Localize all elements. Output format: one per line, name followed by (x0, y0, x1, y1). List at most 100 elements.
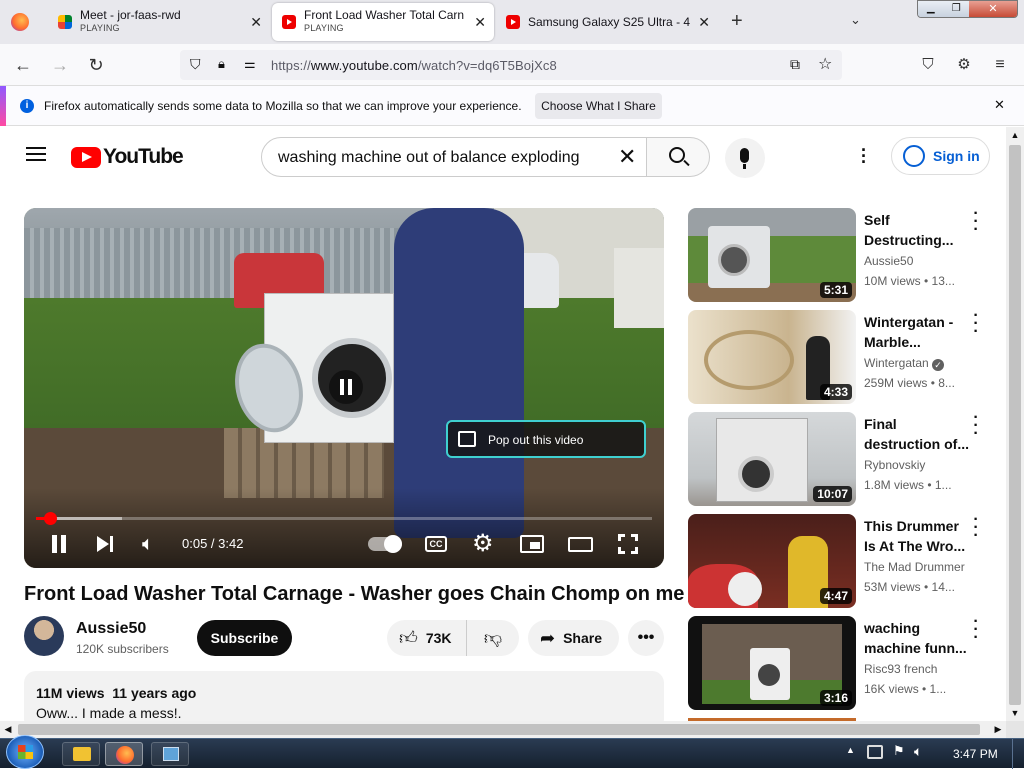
channel-name[interactable]: Aussie50 (76, 620, 146, 638)
reload-icon[interactable]: ↻ (84, 53, 108, 77)
recommendation-channel[interactable]: Wintergatan ✓ (864, 356, 945, 371)
more-vertical-icon[interactable]: · · · (970, 512, 982, 544)
scroll-thumb[interactable] (1009, 145, 1021, 705)
recommendation-channel[interactable]: Risc93 french (864, 662, 937, 676)
recommendation-channel[interactable]: Rybnovskiy (864, 458, 925, 472)
recommendation-title[interactable]: Self Destructing... (864, 210, 970, 250)
video-thumbnail[interactable]: 4:33 (688, 310, 856, 404)
recommendation-item[interactable]: 3:16 waching machine funn... Risc93 fren… (688, 614, 998, 710)
subscribe-button[interactable]: Subscribe (197, 620, 292, 656)
recommendation-item[interactable]: 4:33 Wintergatan - Marble... Wintergatan… (688, 308, 998, 404)
more-vertical-icon[interactable]: · · · (970, 410, 982, 442)
video-thumbnail[interactable]: 3:16 (688, 616, 856, 710)
subtitles-icon[interactable]: CC (425, 536, 447, 552)
recommendation-item[interactable]: 10:07 Final destruction of... Rybnovskiy… (688, 410, 998, 506)
voice-search-button[interactable] (725, 138, 765, 178)
tab-close-icon[interactable]: ✕ (474, 14, 486, 31)
minimize-icon[interactable]: ▁ (918, 1, 944, 17)
start-button[interactable] (6, 735, 44, 769)
back-icon[interactable]: ← (11, 53, 35, 77)
video-thumbnail[interactable]: 5:31 (688, 208, 856, 302)
tab-samsung[interactable]: Samsung Galaxy S25 Ultra - 4 N ✕ (496, 3, 718, 41)
scroll-down-icon[interactable]: ▼ (1006, 705, 1024, 721)
close-window-icon[interactable]: ✕ (968, 1, 1017, 17)
action-center-icon[interactable]: ⚑ (893, 743, 905, 759)
share-icon: ➦ (540, 627, 556, 648)
taskbar-app-icon[interactable] (151, 742, 189, 766)
video-player[interactable]: Pop out this video 🔈︎ 0:05 / 3:42 CC ⚙ (24, 208, 664, 568)
scroll-right-icon[interactable]: ▶ (990, 721, 1006, 738)
youtube-logo[interactable]: YouTube (71, 145, 184, 169)
recommendation-title[interactable]: Wintergatan - Marble... (864, 312, 970, 352)
scroll-thumb[interactable] (18, 724, 980, 735)
progress-bar[interactable] (36, 512, 652, 525)
picture-in-picture-icon[interactable]: ⧉ (790, 56, 800, 73)
search-button[interactable] (646, 137, 710, 177)
notification-close-icon[interactable]: ✕ (994, 97, 1005, 113)
miniplayer-icon[interactable] (520, 535, 544, 553)
bookmark-star-icon[interactable]: ☆ (818, 54, 832, 74)
volume-icon[interactable]: 🔈︎ (142, 533, 154, 556)
video-thumbnail[interactable]: 4:47 (688, 514, 856, 608)
more-actions-button[interactable]: ••• (628, 620, 664, 656)
url-text[interactable]: https://www.youtube.com/watch?v=dq6T5Boj… (271, 58, 557, 73)
more-vertical-icon[interactable]: · · · (970, 614, 982, 646)
recommendation-item[interactable]: 5:31 Self Destructing... Aussie50 10M vi… (688, 206, 998, 302)
theater-mode-icon[interactable] (568, 537, 593, 552)
search-box[interactable]: washing machine out of balance exploding… (261, 137, 647, 177)
recommendation-meta: 259M views • 8... (864, 376, 955, 390)
search-input[interactable]: washing machine out of balance exploding (278, 149, 580, 167)
lock-icon[interactable]: 🔒︎ (218, 56, 225, 72)
next-button[interactable] (97, 535, 117, 553)
pocket-icon[interactable]: ⛉ (916, 53, 940, 77)
clear-search-icon[interactable]: ✕ (618, 144, 636, 170)
new-tab-icon[interactable]: + (731, 10, 743, 33)
tracking-protection-icon[interactable]: ⛉ (190, 56, 201, 73)
more-settings-icon[interactable]: · · · (860, 141, 868, 171)
tab-youtube-active[interactable]: Front Load Washer Total CarnagePLAYING ✕ (272, 3, 494, 41)
forward-icon[interactable]: → (48, 53, 72, 77)
tab-close-icon[interactable]: ✕ (698, 14, 710, 31)
autoplay-toggle[interactable] (368, 535, 402, 553)
show-desktop-button[interactable] (1012, 739, 1024, 769)
url-bar[interactable]: ⛉ 🔒︎ ⚌ https://www.youtube.com/watch?v=d… (180, 50, 842, 80)
like-button[interactable]: 👍︎ 73K (387, 620, 467, 656)
taskbar-firefox-icon[interactable] (105, 742, 143, 766)
taskbar-explorer-icon[interactable] (62, 742, 100, 766)
recommendation-title[interactable]: This Drummer Is At The Wro... (864, 516, 970, 556)
scrubber-handle[interactable] (43, 512, 57, 525)
list-tabs-icon[interactable]: ⌄ (850, 12, 861, 28)
tab-close-icon[interactable]: ✕ (250, 14, 262, 31)
clock[interactable]: 3:47 PM (953, 747, 998, 761)
hamburger-icon[interactable] (26, 147, 46, 161)
network-icon[interactable] (867, 745, 883, 759)
recommendation-title[interactable]: waching machine funn... (864, 618, 970, 658)
scroll-up-icon[interactable]: ▲ (1006, 127, 1024, 143)
choose-what-i-share-button[interactable]: Choose What I Share (535, 93, 662, 119)
horizontal-scrollbar[interactable]: ◀ ▶ (0, 721, 1006, 738)
channel-avatar[interactable] (24, 616, 64, 656)
more-vertical-icon[interactable]: · · · (970, 308, 982, 340)
maximize-icon[interactable]: ❐ (943, 1, 969, 17)
scroll-left-icon[interactable]: ◀ (0, 721, 16, 738)
recommendation-item[interactable]: 4:47 This Drummer Is At The Wro... The M… (688, 512, 998, 608)
more-vertical-icon[interactable]: · · · (970, 206, 982, 238)
recommendation-channel[interactable]: Aussie50 (864, 254, 913, 268)
sign-in-button[interactable]: Sign in (891, 137, 990, 175)
permissions-icon[interactable]: ⚌ (244, 56, 256, 72)
dislike-button[interactable]: 👎︎ (467, 627, 519, 649)
video-thumbnail[interactable]: 10:07 (688, 412, 856, 506)
firefox-icon[interactable] (11, 13, 29, 31)
vertical-scrollbar[interactable]: ▲ ▼ (1006, 127, 1024, 721)
speaker-icon[interactable]: 🔈︎ (914, 743, 922, 760)
tab-meet[interactable]: Meet - jor-faas-rwd PLAYING ✕ (48, 3, 270, 41)
recommendation-title[interactable]: Final destruction of... (864, 414, 970, 454)
recommendation-channel[interactable]: The Mad Drummer (864, 560, 965, 574)
show-hidden-icons[interactable]: ▲ (846, 745, 855, 755)
share-button[interactable]: ➦ Share (528, 620, 619, 656)
pause-button[interactable] (50, 535, 70, 553)
settings-icon[interactable]: ⚙ (472, 529, 494, 558)
extensions-icon[interactable]: ⚙ (952, 53, 976, 77)
pop-out-video-button[interactable]: Pop out this video (446, 420, 646, 458)
menu-icon[interactable]: ≡ (988, 53, 1012, 77)
